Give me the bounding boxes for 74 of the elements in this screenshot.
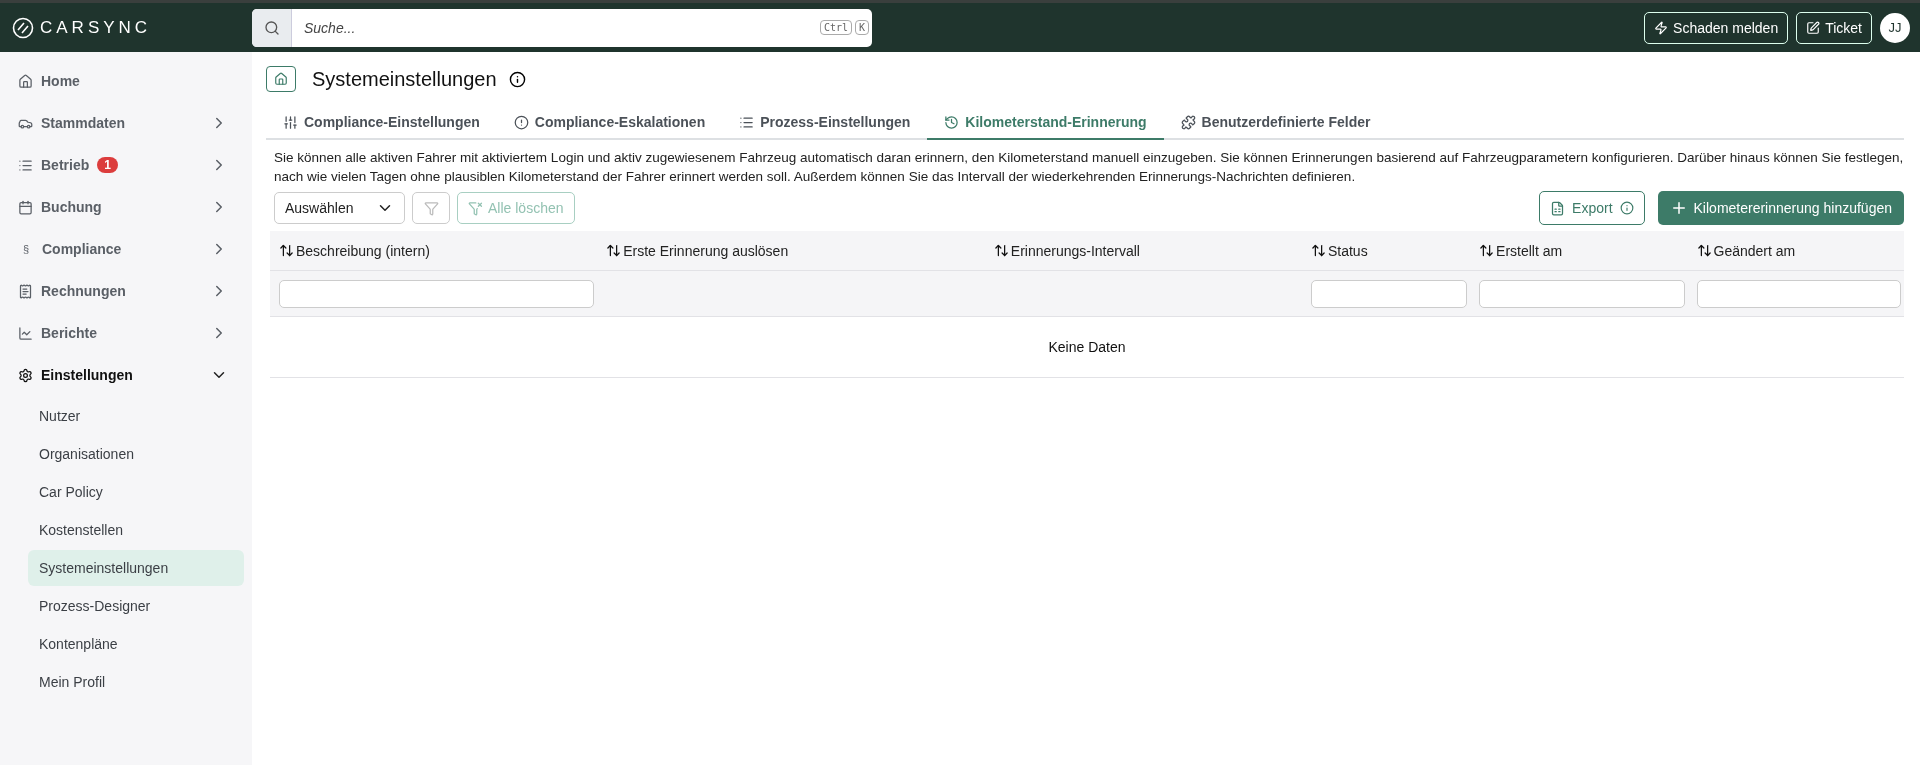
- add-button[interactable]: Kilometererinnerung hinzufügen: [1657, 191, 1904, 225]
- column-header[interactable]: Beschreibung (intern): [270, 231, 598, 271]
- sidebar-item[interactable]: Berichte: [0, 312, 252, 354]
- shortcut-key: K: [854, 20, 869, 35]
- user-avatar[interactable]: JJ: [1880, 12, 1910, 43]
- sidebar-subitem[interactable]: Car Policy: [28, 474, 244, 510]
- tab[interactable]: Compliance-Einstellungen: [266, 106, 497, 140]
- sidebar-subitem[interactable]: Kostenstellen: [28, 512, 244, 548]
- tab[interactable]: Benutzerdefinierte Felder: [1163, 106, 1388, 140]
- search-icon: [263, 19, 280, 36]
- filter-icon: [423, 200, 439, 216]
- puzzle-icon: [1180, 114, 1196, 130]
- shortcut-key: Ctrl: [819, 20, 852, 35]
- home-icon: [18, 73, 33, 89]
- alert-icon: [513, 114, 529, 130]
- top-bar-button[interactable]: Schaden melden: [1644, 11, 1789, 44]
- tab[interactable]: Prozess-Einstellungen: [722, 106, 928, 140]
- description-text: Sie können alle aktiven Fahrer mit aktiviertem Login und aktiv zugewiesenem Fahrzeug automatisch daran erinnern, den Kilometerstand manuell einzugeben. Sie können Erinnerungen basierend auf Fahrzeugparametern konfigurieren. Darüber hinaus können Sie festlegen, nach wie vielen Tagen ohne plausiblen Kilometerstand der Fahrer erinnert werden soll. Außerdem können Sie das Intervall der wiederkehrenden Erinnerungs-Nachrichten definieren.: [274, 149, 1904, 186]
- home-button[interactable]: [266, 66, 296, 92]
- sort-icon: [993, 243, 1009, 258]
- edit-icon: [1806, 20, 1821, 35]
- sidebar-subitem[interactable]: Mein Profil: [28, 664, 244, 700]
- empty-message: Keine Daten: [270, 317, 1904, 378]
- list-icon: [18, 157, 33, 173]
- column-header[interactable]: Status: [1301, 231, 1471, 271]
- sliders-icon: [283, 114, 298, 130]
- home-icon: [274, 72, 288, 86]
- top-bar-button[interactable]: Ticket: [1796, 11, 1872, 44]
- sidebar-item[interactable]: Stammdaten: [0, 102, 252, 144]
- search-field[interactable]: Suche... Ctrl K: [252, 8, 872, 47]
- spreadsheet-icon: [1550, 200, 1566, 216]
- tab[interactable]: Kilometerstand-Erinnerung: [927, 106, 1164, 140]
- sidebar-item[interactable]: Rechnungen: [0, 270, 252, 312]
- info-icon[interactable]: [508, 70, 526, 88]
- column-filter-input[interactable]: [1479, 279, 1685, 308]
- sidebar-item[interactable]: Buchung: [0, 186, 252, 228]
- count-badge: 1: [97, 157, 118, 173]
- sidebar-item[interactable]: Einstellungen: [0, 354, 252, 396]
- settings-icon: [18, 367, 33, 383]
- column-filter-input[interactable]: [1696, 279, 1901, 308]
- sort-icon: [606, 243, 622, 258]
- section-sign-icon: §: [18, 243, 34, 255]
- info-icon: [1619, 201, 1634, 215]
- sort-icon: [1696, 243, 1712, 258]
- column-header[interactable]: Erste Erinnerung auslösen: [597, 231, 985, 271]
- tab[interactable]: Compliance-Eskalationen: [496, 106, 723, 140]
- lightning-icon: [1654, 20, 1669, 35]
- document-icon: [18, 283, 33, 299]
- sidebar-subitem[interactable]: Kontenpläne: [28, 626, 244, 662]
- sidebar-subitem[interactable]: Nutzer: [28, 398, 244, 434]
- list-icon: [739, 114, 755, 130]
- column-filter-input[interactable]: [1310, 279, 1468, 308]
- sort-icon: [279, 243, 294, 258]
- column-header[interactable]: Erstellt am: [1470, 231, 1688, 271]
- sort-icon: [1479, 243, 1495, 258]
- sidebar-item[interactable]: § Compliance: [0, 228, 252, 270]
- sidebar-subitem[interactable]: Organisationen: [28, 436, 244, 472]
- logo-icon: [12, 16, 34, 39]
- export-button[interactable]: Export: [1539, 191, 1645, 225]
- column-header[interactable]: Geändert am: [1687, 231, 1904, 271]
- column-header[interactable]: Erinnerungs-Intervall: [984, 231, 1302, 271]
- sidebar-item[interactable]: Betrieb 1: [0, 144, 252, 186]
- calendar-icon: [18, 199, 33, 215]
- filter-clear-icon: [468, 200, 483, 216]
- sort-icon: [1310, 243, 1326, 258]
- sidebar-item[interactable]: Home: [0, 60, 252, 102]
- page-title: Systemeinstellungen: [312, 67, 497, 91]
- column-filter-input[interactable]: [279, 279, 595, 308]
- select-dropdown[interactable]: Auswählen: [274, 192, 405, 224]
- history-icon: [944, 114, 960, 130]
- sidebar-subitem[interactable]: Prozess-Designer: [28, 588, 244, 624]
- line-chart-icon: [18, 325, 33, 341]
- sidebar-subitem[interactable]: Systemeinstellungen: [28, 550, 244, 586]
- logo-text: CARSYNC: [40, 17, 152, 38]
